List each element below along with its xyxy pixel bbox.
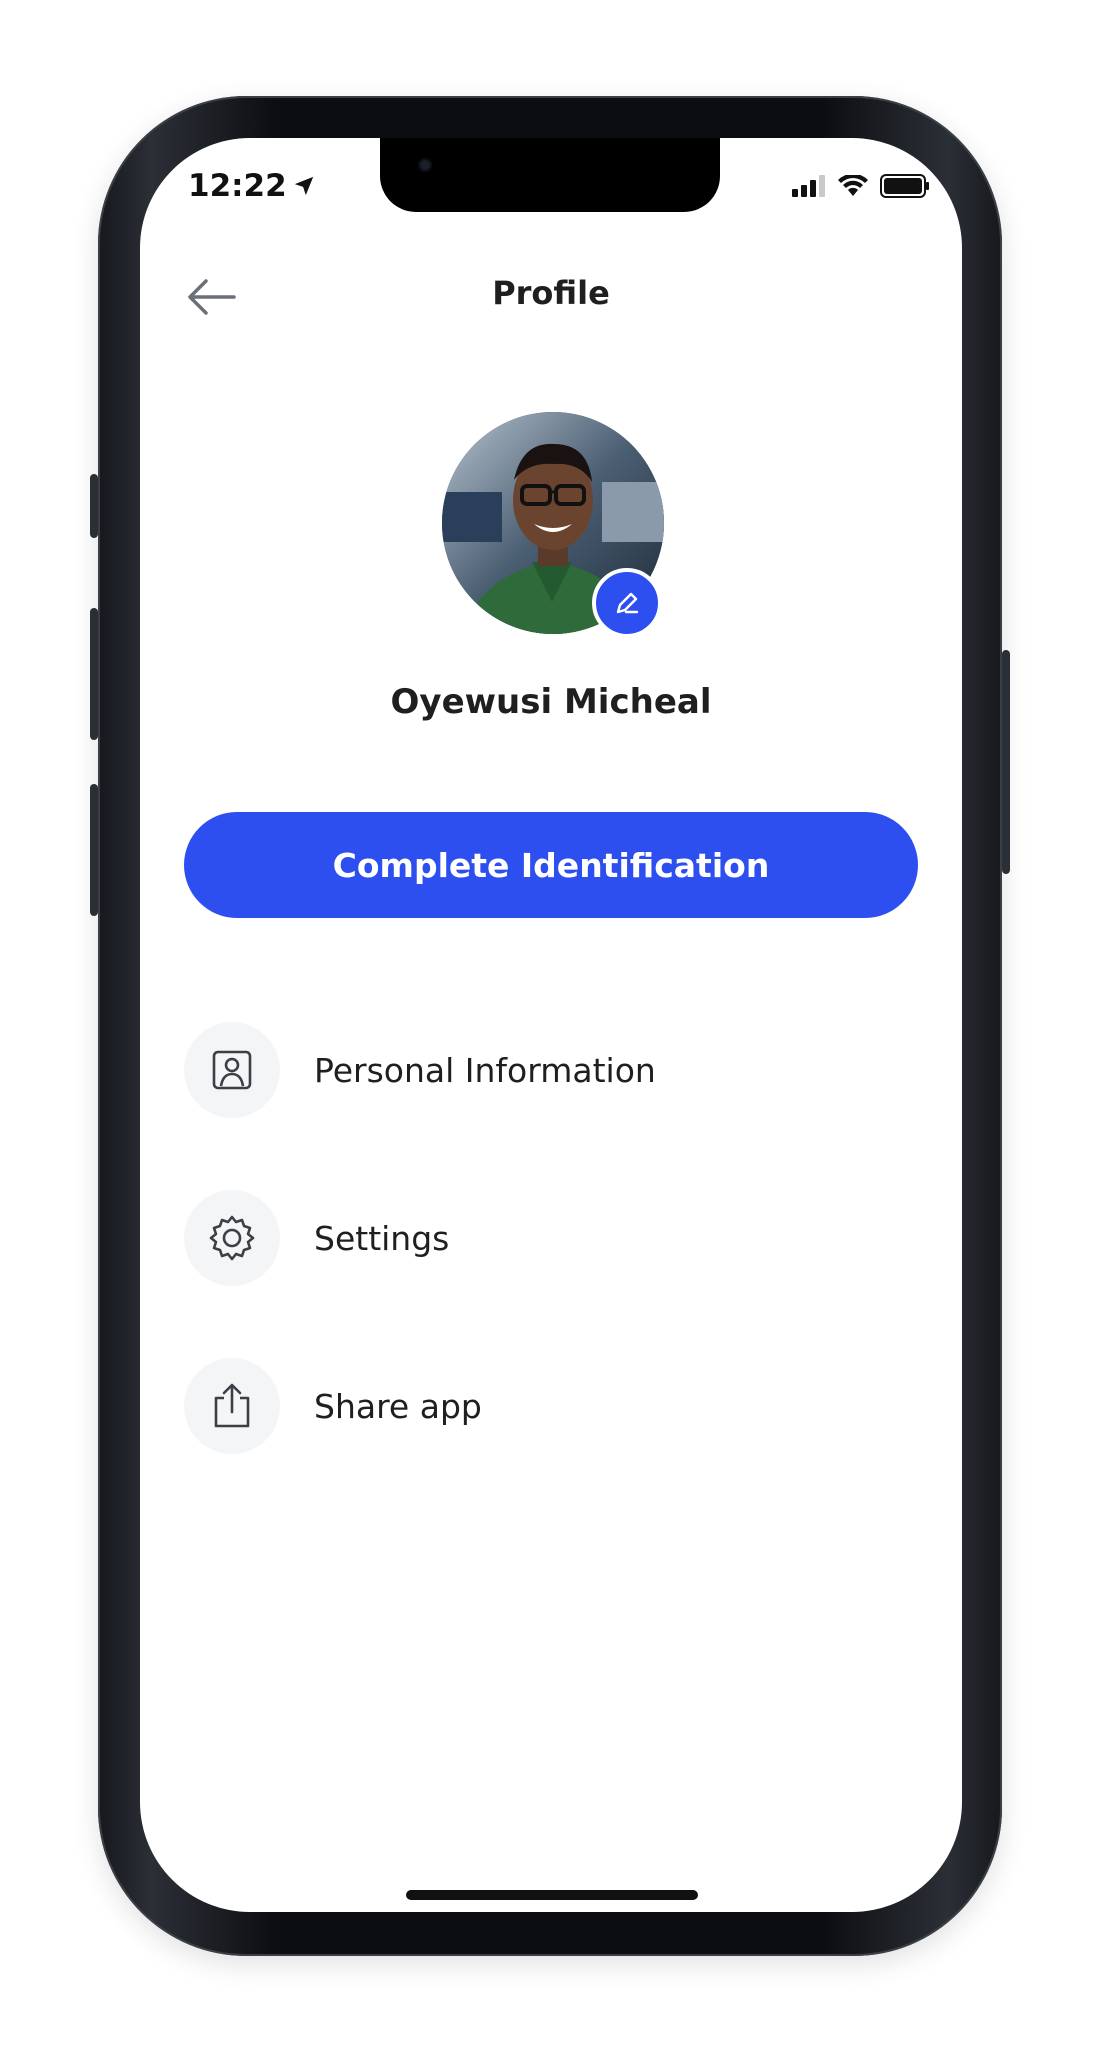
user-name: Oyewusi Micheal — [390, 682, 712, 722]
volume-down-button — [90, 784, 98, 916]
menu-item-label: Share app — [314, 1386, 482, 1426]
front-camera — [418, 158, 432, 172]
cellular-signal-icon — [792, 175, 825, 197]
menu-item-label: Personal Information — [314, 1050, 656, 1090]
person-frame-icon — [212, 1050, 252, 1090]
share-icon — [214, 1383, 250, 1428]
menu-item-personal-information[interactable]: Personal Information — [184, 1022, 918, 1118]
location-arrow-icon — [294, 176, 313, 196]
menu-icon-container — [184, 1022, 280, 1118]
status-icons — [792, 174, 930, 198]
status-time: 12:22 — [188, 168, 315, 204]
menu-item-settings[interactable]: Settings — [184, 1190, 918, 1286]
wifi-icon — [838, 175, 868, 196]
status-time-text: 12:22 — [188, 168, 287, 204]
page-title: Profile — [492, 274, 610, 312]
menu-icon-container — [184, 1358, 280, 1454]
home-indicator[interactable] — [406, 1890, 698, 1900]
complete-identification-button[interactable]: Complete Identification — [184, 812, 918, 918]
gear-icon — [209, 1215, 255, 1261]
volume-up-button — [90, 608, 98, 740]
menu-item-share-app[interactable]: Share app — [184, 1358, 918, 1454]
pencil-icon — [616, 592, 639, 614]
silent-switch — [90, 474, 98, 538]
menu-icon-container — [184, 1190, 280, 1286]
menu-item-label: Settings — [314, 1218, 450, 1258]
power-button — [1002, 650, 1010, 874]
edit-avatar-button[interactable] — [592, 568, 662, 638]
phone-screen: 12:22 Profile Oyewusi Micheal Complete I… — [140, 138, 962, 1912]
profile-avatar-container — [442, 412, 664, 638]
battery-icon — [880, 174, 929, 198]
notch — [380, 138, 720, 212]
